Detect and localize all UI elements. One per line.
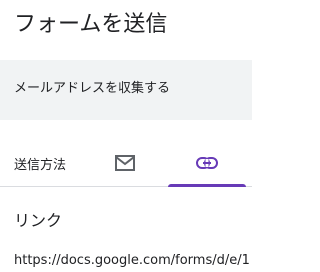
send-via-row: 送信方法 xyxy=(0,140,252,187)
tab-email[interactable] xyxy=(100,140,150,186)
link-url-field[interactable]: https://docs.google.com/forms/d/e/1 xyxy=(14,252,252,270)
link-heading: リンク xyxy=(14,211,63,230)
tab-link[interactable] xyxy=(168,140,246,187)
collect-email-label: メールアドレスを収集する xyxy=(14,81,171,96)
send-via-label: 送信方法 xyxy=(14,158,67,173)
send-form-dialog: フォームを送信 メールアドレスを収集する 送信方法 リンク https://do… xyxy=(0,0,252,272)
selected-tab-indicator xyxy=(168,184,246,187)
link-icon xyxy=(196,157,218,169)
email-icon xyxy=(115,155,135,171)
dialog-title: フォームを送信 xyxy=(14,12,168,37)
collect-email-row[interactable]: メールアドレスを収集する xyxy=(0,60,252,120)
